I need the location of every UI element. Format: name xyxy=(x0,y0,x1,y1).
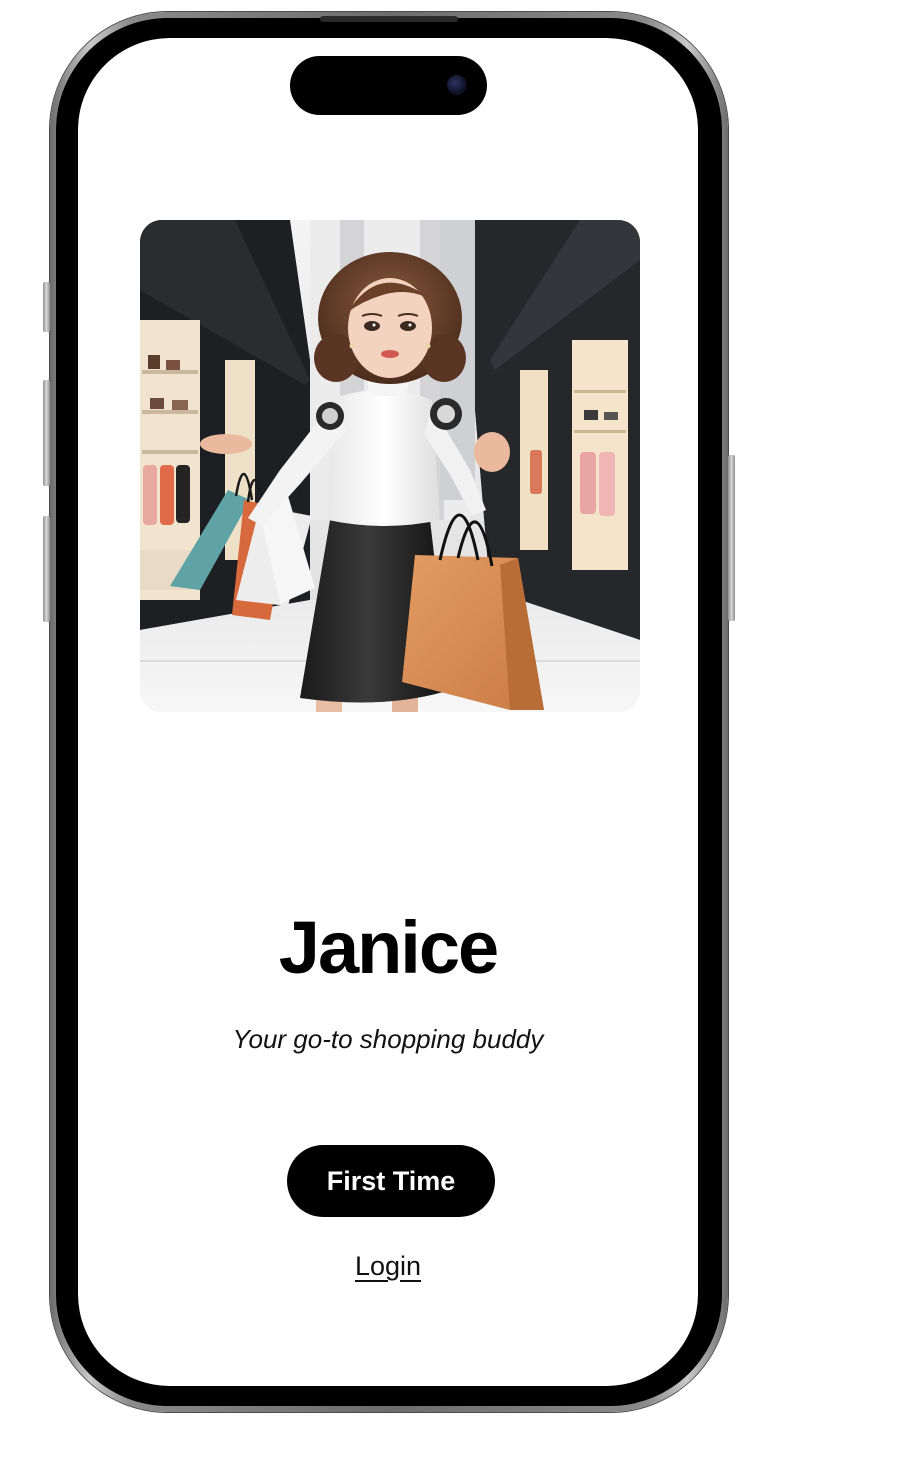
volume-up-button xyxy=(43,380,50,486)
front-camera-icon xyxy=(447,75,467,95)
dynamic-island xyxy=(290,56,487,115)
phone-screen: Janice Your go-to shopping buddy First T… xyxy=(78,38,698,1386)
power-button xyxy=(728,455,735,621)
action-button xyxy=(43,282,50,332)
hero-illustration xyxy=(140,220,640,712)
app-title: Janice xyxy=(278,906,499,989)
tagline: Your go-to shopping buddy xyxy=(232,1024,544,1054)
login-link-container: Login xyxy=(78,1248,698,1284)
login-link[interactable]: Login xyxy=(355,1251,421,1281)
hero-illustration-svg xyxy=(140,220,640,712)
first-time-button[interactable]: First Time xyxy=(287,1145,495,1217)
volume-down-button xyxy=(43,516,50,622)
top-speaker-bar xyxy=(320,16,458,22)
